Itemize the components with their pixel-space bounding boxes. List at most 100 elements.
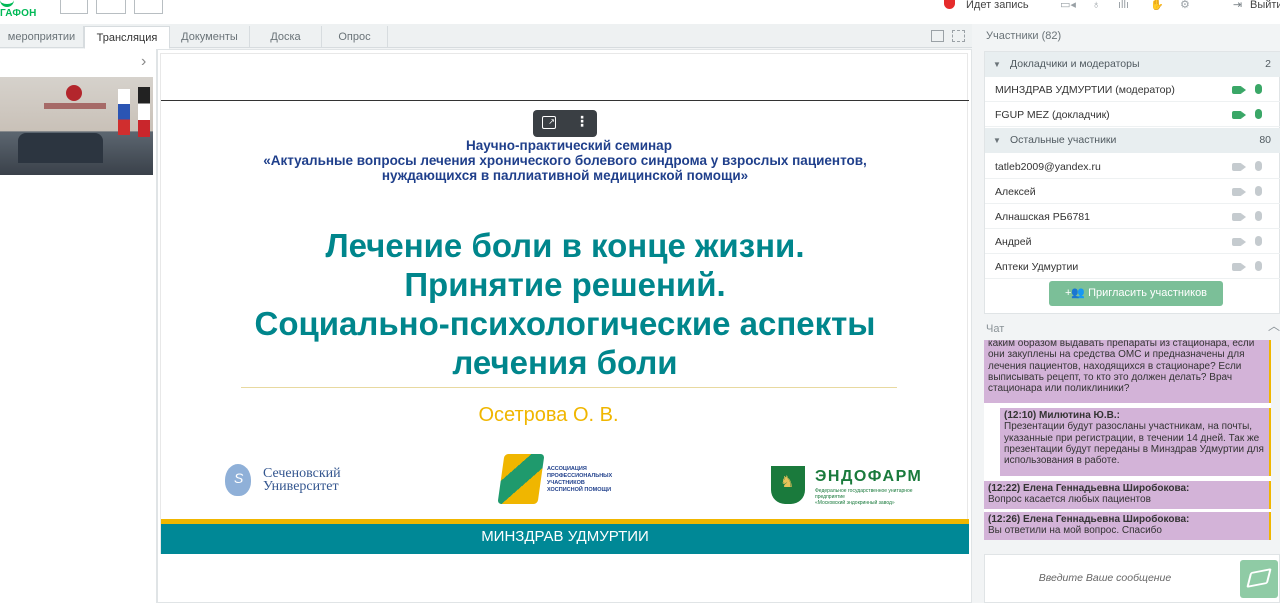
layout-grid-icon[interactable] bbox=[60, 0, 88, 14]
slide-title: Лечение боли в конце жизни. Принятие реш… bbox=[161, 226, 969, 382]
participant-row[interactable]: tatleb2009@yandex.ru bbox=[985, 155, 1280, 179]
participant-row[interactable]: FGUP MEZ (докладчик) bbox=[985, 103, 1280, 127]
tab-board[interactable]: Доска bbox=[250, 26, 322, 48]
group-speakers[interactable]: ▼ Докладчики и модераторы 2 bbox=[985, 52, 1280, 77]
slide-author: Осетрова О. В. bbox=[478, 404, 619, 426]
open-external-icon[interactable]: ↗ bbox=[542, 116, 556, 129]
chat-messages[interactable]: каким образом выдавать препараты из стац… bbox=[984, 340, 1271, 540]
deer-emblem-icon: ♞ bbox=[771, 466, 805, 504]
message-input[interactable] bbox=[995, 567, 1215, 589]
sechenov-logo: S Сеченовский Университет bbox=[225, 464, 375, 498]
endopharm-name: ЭНДОФАРМ bbox=[815, 468, 923, 485]
slide-footer-band: МИНЗДРАВ УДМУРТИИ bbox=[161, 524, 969, 554]
wall-banner bbox=[44, 103, 106, 109]
tab-poll[interactable]: Опрос bbox=[322, 26, 388, 48]
microphone-on-icon[interactable] bbox=[1255, 109, 1262, 119]
group-title: Остальные участники bbox=[1010, 134, 1117, 146]
message-text: каким образом выдавать препараты из стац… bbox=[988, 340, 1255, 395]
hospice-association-logo: АССОЦИАЦИЯ ПРОФЕССИОНАЛЬНЫХ УЧАСТНИКОВ Х… bbox=[497, 454, 631, 504]
microphone-off-icon[interactable] bbox=[1255, 186, 1262, 196]
participant-row[interactable]: Алнашская РБ6781 bbox=[985, 205, 1280, 229]
megafon-logo: ГАФОН bbox=[0, 0, 60, 24]
layout-split-icon[interactable] bbox=[96, 0, 126, 14]
microphone-on-icon[interactable] bbox=[1255, 84, 1262, 94]
camera-on-icon[interactable] bbox=[1232, 111, 1246, 119]
message-author: (12:10) Милютина Ю.В.: bbox=[1004, 410, 1120, 421]
tab-event[interactable]: мероприятии bbox=[0, 26, 84, 48]
send-icon bbox=[1246, 568, 1272, 588]
microphone-off-icon[interactable] bbox=[1255, 261, 1262, 271]
sechenov-emblem-icon: S bbox=[225, 464, 251, 496]
minimize-panel-icon[interactable] bbox=[931, 30, 944, 42]
settings-icon[interactable]: ⚙ bbox=[1180, 0, 1190, 12]
udmurtia-flag-icon bbox=[138, 87, 150, 137]
title-line-2: Принятие решений. bbox=[404, 266, 726, 303]
exit-button[interactable]: Выйти bbox=[1250, 0, 1280, 11]
camera-off-icon[interactable] bbox=[1232, 238, 1246, 246]
chevron-right-icon[interactable]: › bbox=[141, 53, 146, 71]
chat-message: (12:22) Елена Геннадьевна Широбокова: Во… bbox=[984, 481, 1271, 509]
raise-hand-icon[interactable]: ✋ bbox=[1150, 0, 1164, 12]
seminar-line-3: нуждающихся в паллиативной медицинской п… bbox=[381, 168, 749, 183]
message-text: Вы ответили на мой вопрос. Спасибо bbox=[988, 525, 1162, 537]
top-bar: ГАФОН Идет запись ▭◂ ♁ ıllı ✋ ⚙ ⇥ Выйти bbox=[0, 0, 1280, 24]
video-people bbox=[18, 133, 103, 163]
invite-participants-button[interactable]: +👥 Пригласить участников bbox=[1049, 281, 1223, 306]
slide-top-line bbox=[161, 100, 969, 101]
title-line-4: лечения боли bbox=[452, 344, 678, 381]
participant-row[interactable]: Андрей bbox=[985, 230, 1280, 254]
participant-row[interactable]: Алексей bbox=[985, 180, 1280, 204]
speaker-video[interactable] bbox=[0, 77, 153, 175]
caret-down-icon[interactable]: ▼ bbox=[993, 128, 1001, 153]
hospice-name: АССОЦИАЦИЯ ПРОФЕССИОНАЛЬНЫХ УЧАСТНИКОВ Х… bbox=[547, 466, 613, 493]
slide-controls[interactable]: ↗ ⋮ bbox=[533, 110, 597, 137]
group-others[interactable]: ▼ Остальные участники 80 bbox=[985, 128, 1280, 153]
russia-flag-icon bbox=[118, 89, 130, 135]
camera-off-icon[interactable] bbox=[1232, 263, 1246, 271]
layout-single-icon[interactable] bbox=[134, 0, 163, 14]
video-column: › bbox=[0, 49, 157, 603]
chat-message: (12:10) Милютина Ю.В.: Презентации будут… bbox=[1000, 408, 1271, 476]
camera-off-icon[interactable] bbox=[1232, 163, 1246, 171]
hospice-emblem-icon bbox=[497, 454, 545, 504]
chevron-up-icon[interactable]: ︿ bbox=[1268, 317, 1280, 334]
microphone-off-icon[interactable] bbox=[1255, 236, 1262, 246]
recording-dot-icon bbox=[944, 0, 955, 9]
more-vertical-icon[interactable]: ⋮ bbox=[575, 113, 589, 130]
send-button[interactable] bbox=[1240, 560, 1278, 598]
participant-row[interactable]: Аптеки Удмуртии bbox=[985, 255, 1280, 279]
chat-message: (12:26) Елена Геннадьевна Широбокова: Вы… bbox=[984, 512, 1271, 540]
caret-down-icon[interactable]: ▼ bbox=[993, 52, 1001, 77]
fullscreen-icon[interactable] bbox=[952, 30, 965, 42]
message-author: (12:22) Елена Геннадьевна Широбокова: bbox=[988, 483, 1190, 494]
chat-composer bbox=[984, 554, 1280, 603]
participant-row[interactable]: МИНЗДРАВ УДМУРТИИ (модератор) bbox=[985, 78, 1280, 102]
tab-documents[interactable]: Документы bbox=[170, 26, 250, 48]
tab-bar: мероприятии Трансляция Документы Доска О… bbox=[0, 24, 972, 49]
microphone-icon[interactable]: ♁ bbox=[1092, 0, 1100, 12]
seminar-heading: Научно-практический семинар «Актуальные … bbox=[161, 138, 969, 183]
exit-icon[interactable]: ⇥ bbox=[1233, 0, 1242, 11]
camera-off-icon[interactable] bbox=[1232, 188, 1246, 196]
group-count: 80 bbox=[1259, 134, 1271, 146]
logo-text: ГАФОН bbox=[0, 8, 37, 19]
camera-icon[interactable]: ▭◂ bbox=[1060, 0, 1076, 12]
participants-header: Участники (82) bbox=[986, 30, 1062, 42]
participant-name: Андрей bbox=[995, 236, 1032, 248]
camera-on-icon[interactable] bbox=[1232, 86, 1246, 94]
chat-header: Чат bbox=[986, 323, 1005, 335]
group-title: Докладчики и модераторы bbox=[1010, 58, 1140, 70]
invite-label: Пригласить участников bbox=[1088, 287, 1208, 299]
signal-bars-icon[interactable]: ıllı bbox=[1118, 0, 1129, 12]
tab-broadcast[interactable]: Трансляция bbox=[84, 26, 170, 49]
group-count: 2 bbox=[1265, 58, 1271, 70]
camera-off-icon[interactable] bbox=[1232, 213, 1246, 221]
participants-list: ▼ Докладчики и модераторы 2 МИНЗДРАВ УДМ… bbox=[984, 51, 1280, 314]
webinar-app: ГАФОН Идет запись ▭◂ ♁ ıllı ✋ ⚙ ⇥ Выйти … bbox=[0, 0, 1280, 603]
microphone-off-icon[interactable] bbox=[1255, 161, 1262, 171]
recording-status: Идет запись bbox=[966, 0, 1029, 11]
microphone-off-icon[interactable] bbox=[1255, 211, 1262, 221]
message-text: Презентации будут разосланы участникам, … bbox=[1004, 421, 1264, 467]
presentation-stage: ↗ ⋮ Научно-практический семинар «Актуаль… bbox=[157, 49, 972, 603]
seminar-line-1: Научно-практический семинар bbox=[466, 138, 672, 153]
